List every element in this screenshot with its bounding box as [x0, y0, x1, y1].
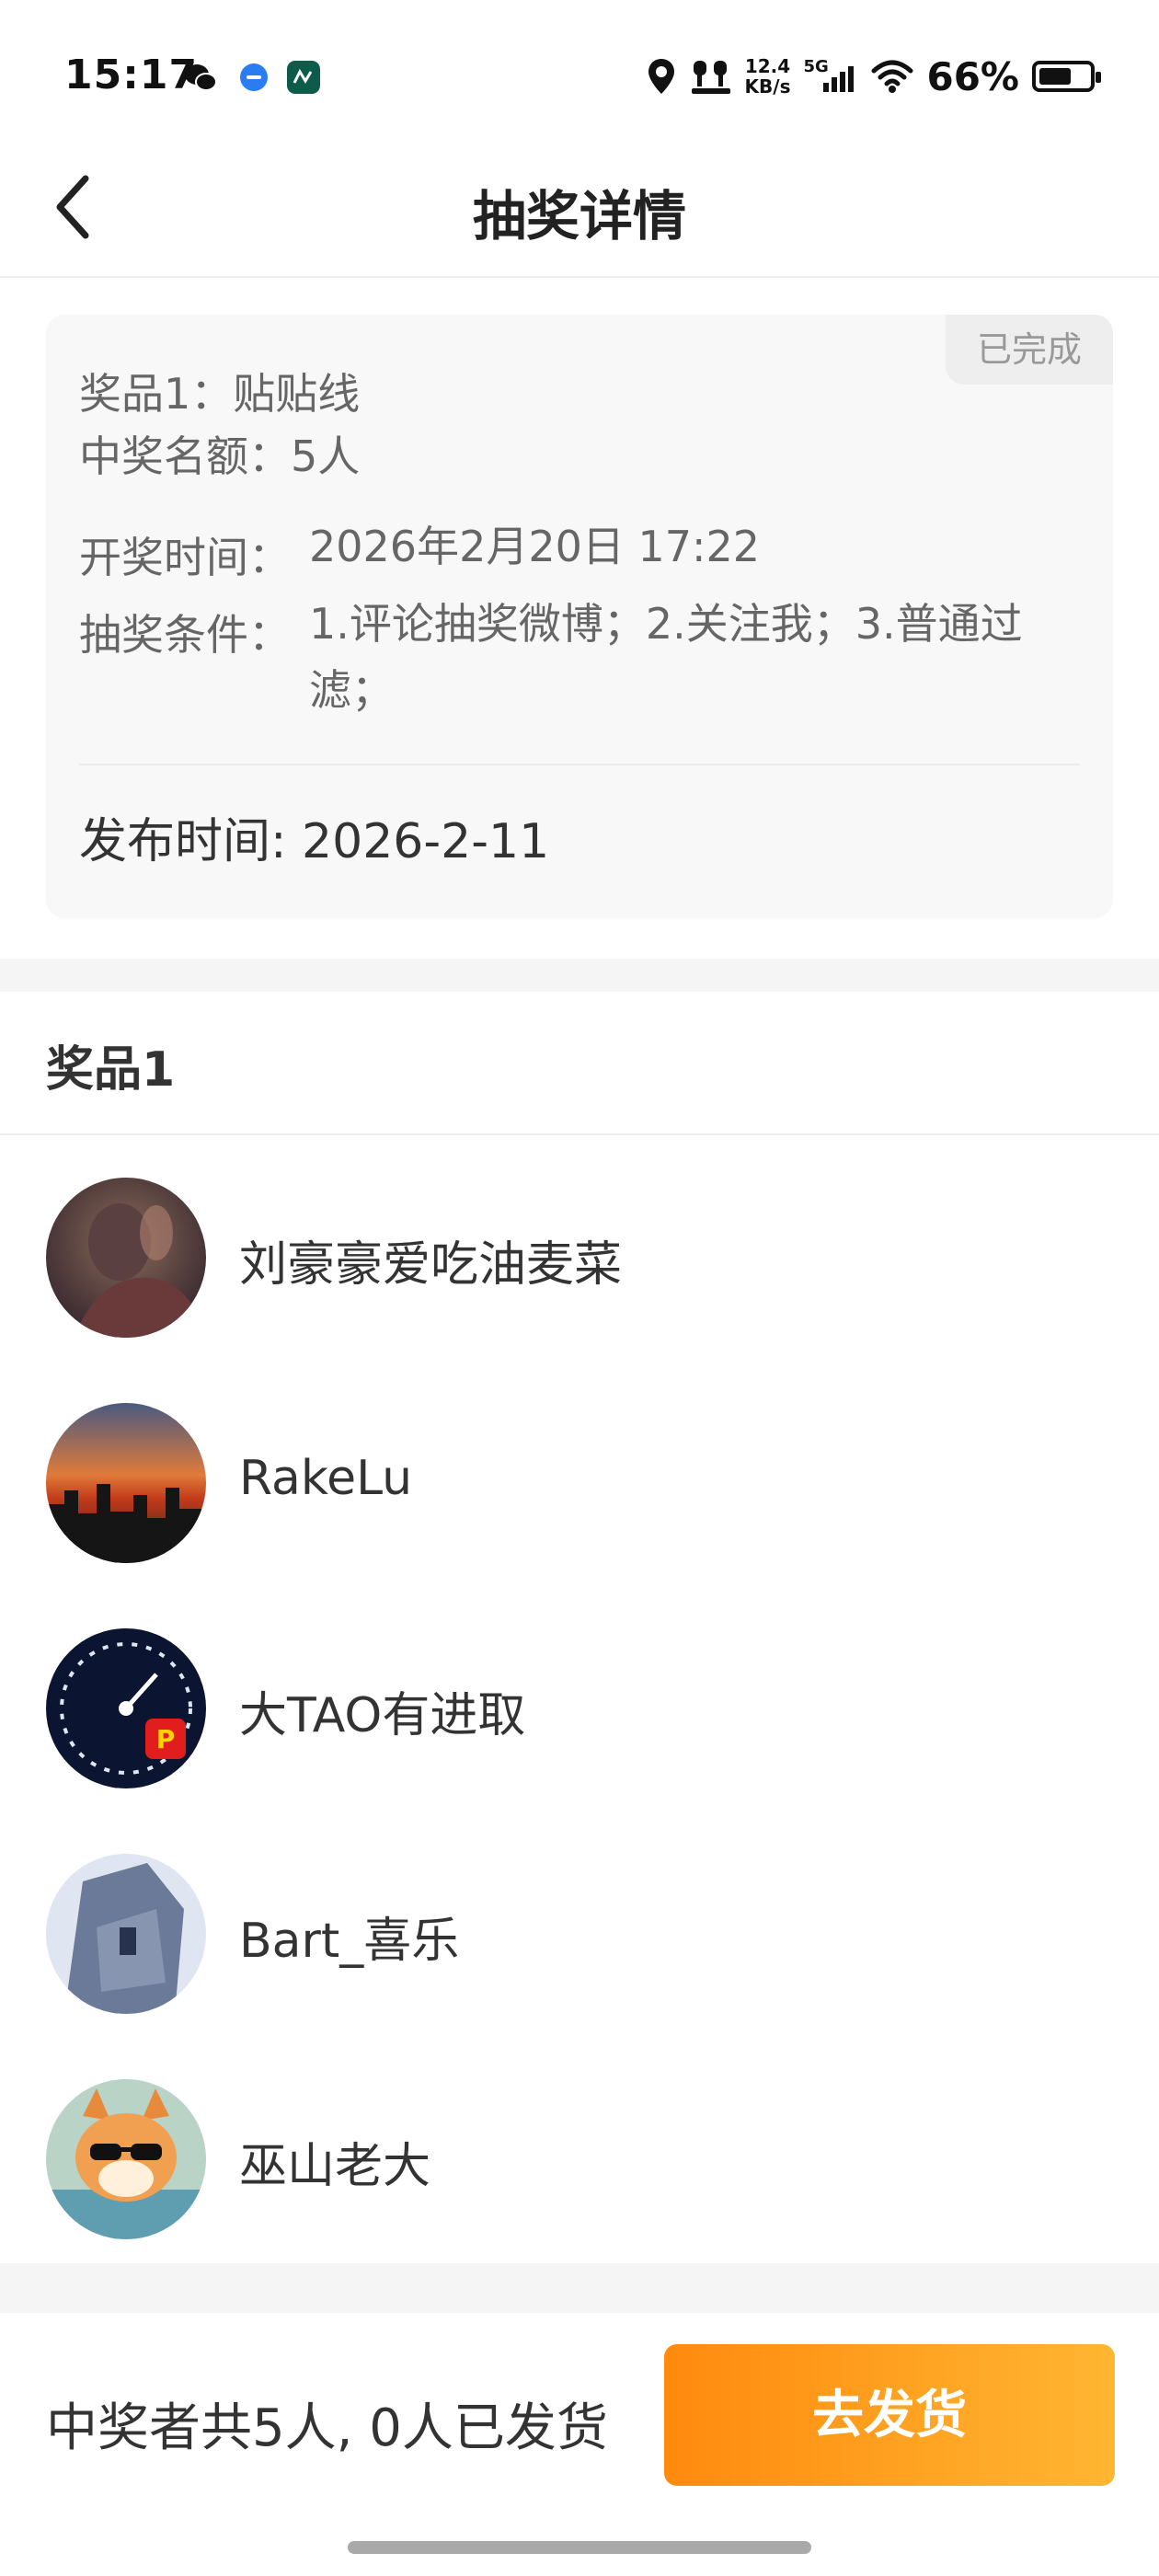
divider: [79, 764, 1080, 765]
draw-time-label: 开奖时间：: [79, 533, 291, 582]
avatar[interactable]: [46, 1403, 206, 1563]
winner-name: 巫山老大: [239, 2139, 431, 2194]
status-right: 12.4 KB/s 5G 66%: [646, 53, 1101, 99]
bottom-action-bar: 中奖者共5人, 0人已发货 去发货: [0, 2313, 1159, 2576]
winner-name: RakeLu: [239, 1451, 413, 1506]
net-speed-value: 12.4: [744, 55, 791, 77]
winner-row[interactable]: RakeLu: [0, 1381, 1159, 1565]
draw-time-value: 2026年2月20日 17:22: [309, 522, 761, 571]
lottery-info-card: 已完成 奖品1：贴贴线 中奖名额：5人 开奖时间： 2026年2月20日 17:…: [46, 315, 1113, 918]
winner-row[interactable]: Bart_喜乐: [0, 1832, 1159, 2016]
battery-fill: [1039, 68, 1071, 85]
status-badge: 已完成: [946, 315, 1113, 385]
prize-line: 奖品1：贴贴线: [79, 369, 361, 419]
section-separator: [0, 2263, 1159, 2313]
winner-row[interactable]: 巫山老大: [0, 2057, 1159, 2241]
home-indicator[interactable]: [348, 2541, 811, 2554]
message-app-icon: [240, 63, 268, 91]
publish-time: 发布时间: 2026-2-11: [79, 814, 550, 869]
status-time: 15:17: [64, 52, 199, 98]
battery-icon: [1032, 61, 1101, 92]
battery-percent: 66%: [926, 53, 1019, 99]
avatar[interactable]: [46, 2079, 206, 2239]
winner-row[interactable]: P 大TAO有进取: [0, 1606, 1159, 1790]
ship-button[interactable]: 去发货: [664, 2344, 1115, 2486]
location-icon: [648, 59, 674, 94]
winner-name: Bart_喜乐: [239, 1914, 460, 1969]
conditions-value: 1.评论抽奖微博；2.关注我；3.普通过滤；: [309, 599, 1023, 715]
nav-bar: 抽奖详情: [0, 138, 1159, 278]
earbuds-icon: [691, 61, 730, 94]
status-bar: 15:17 12.4 KB/s 5G 66%: [0, 0, 1159, 138]
svg-text:P: P: [156, 1724, 176, 1754]
net-speed-unit: KB/s: [744, 75, 791, 98]
shop-app-icon: [287, 61, 320, 94]
divider: [0, 1133, 1159, 1135]
avatar[interactable]: [46, 1178, 206, 1338]
signal-icon: 5G: [803, 57, 858, 96]
net-speed: 12.4 KB/s: [745, 56, 791, 97]
wechat-icon: [185, 64, 217, 91]
winner-name: 刘豪豪爱吃油麦菜: [239, 1237, 623, 1293]
prize-section-title: 奖品1: [46, 1042, 176, 1098]
page-title: 抽奖详情: [472, 185, 686, 247]
avatar[interactable]: [46, 1854, 206, 2014]
winner-name: 大TAO有进取: [239, 1688, 526, 1743]
avatar[interactable]: P: [46, 1628, 206, 1788]
wifi-icon: [871, 60, 913, 93]
quota-line: 中奖名额：5人: [79, 431, 361, 481]
section-separator: [0, 959, 1159, 992]
winner-row[interactable]: 刘豪豪爱吃油麦菜: [0, 1156, 1159, 1340]
conditions-label: 抽奖条件：: [79, 610, 291, 660]
shipping-summary: 中奖者共5人, 0人已发货: [46, 2398, 608, 2458]
